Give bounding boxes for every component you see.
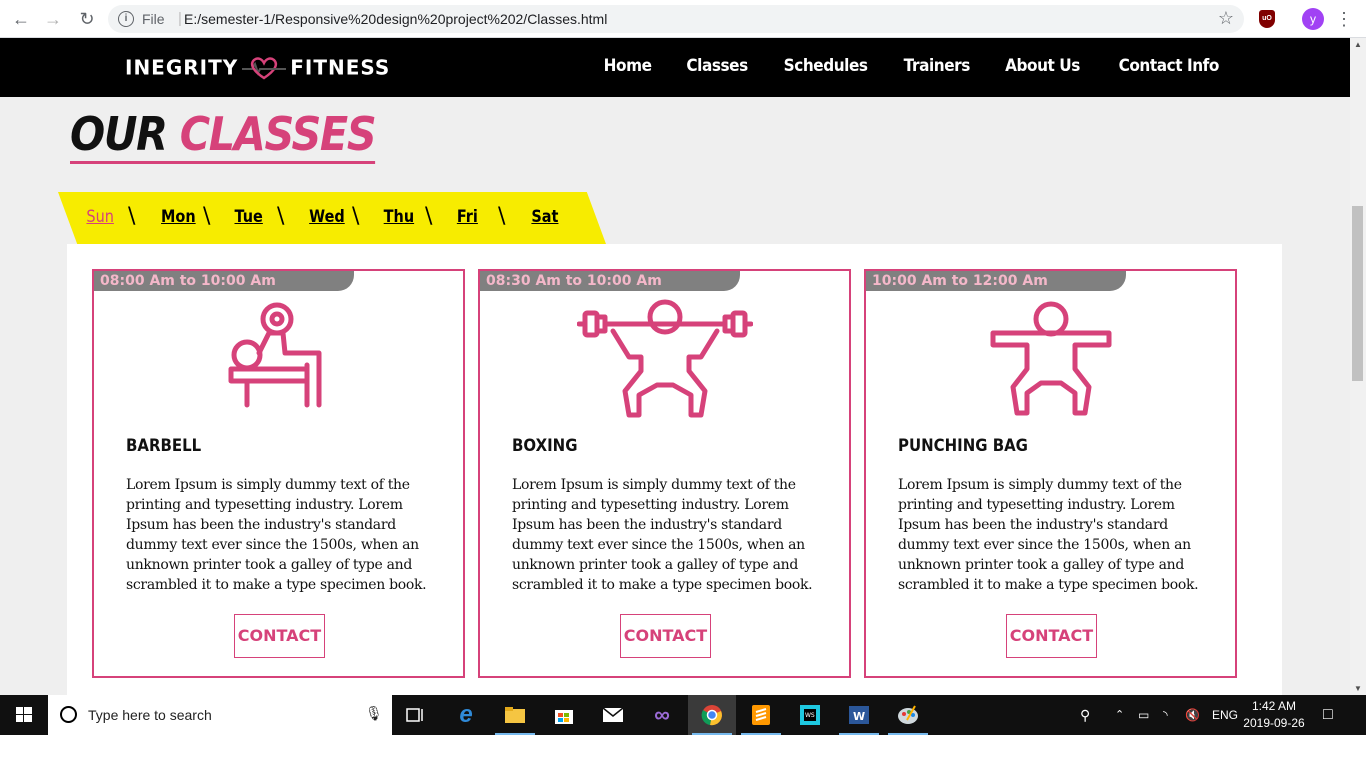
forward-icon[interactable]: → [42,8,64,30]
site-header: INEGRITY FITNESS Home Classes Schedules T… [0,38,1350,97]
tab-fri[interactable]: Fri [457,207,478,227]
paint-icon[interactable] [884,695,932,735]
address-bar[interactable]: i File | E:/semester-1/Responsive%20desi… [108,5,1244,33]
windows-taskbar: Type here to search 🎙 e ∞ WS W ⚲ ⌃ ▭ ◝ 🔇… [0,695,1366,735]
tab-sat[interactable]: Sat [531,207,558,227]
browser-menu-icon[interactable]: ⋮ [1334,8,1354,30]
site-logo[interactable]: INEGRITY FITNESS [125,54,390,80]
tab-sun[interactable]: Sun [86,207,113,227]
battery-icon[interactable]: ▭ [1138,695,1149,735]
nav-schedules[interactable]: Schedules [783,56,867,76]
tab-separator: \ [425,204,433,229]
screen-bottom-strip [0,735,1366,768]
heartbeat-icon [242,56,287,80]
class-card: 08:30 Am to 10:00 Am BOXING Lorem Ipsum … [478,269,851,678]
class-time-badge: 08:30 Am to 10:00 Am [480,271,740,291]
tab-tue[interactable]: Tue [235,207,263,227]
class-description: Lorem Ipsum is simply dummy text of the … [126,477,427,593]
page-title-word1: OUR [70,107,168,161]
tab-separator: \ [203,204,211,229]
show-hidden-icons-icon[interactable]: ⌃ [1115,695,1124,735]
url-text[interactable]: E:/semester-1/Responsive%20design%20proj… [184,11,607,27]
file-explorer-icon[interactable] [491,695,539,735]
system-clock[interactable]: 1:42 AM 2019-09-26 [1242,698,1306,732]
contact-button[interactable]: CONTACT [234,614,325,658]
tab-mon[interactable]: Mon [161,207,196,227]
logo-text-right: FITNESS [290,55,391,80]
task-view-icon[interactable] [392,695,440,735]
language-indicator[interactable]: ENG [1212,695,1238,735]
taskbar-search[interactable]: Type here to search 🎙 [48,695,392,735]
nav-about-us[interactable]: About Us [1006,56,1081,76]
contact-button[interactable]: CONTACT [620,614,711,658]
scroll-up-icon[interactable]: ▲ [1354,40,1362,49]
start-button[interactable] [0,695,48,735]
nav-contact-info[interactable]: Contact Info [1118,56,1219,76]
class-card: 08:00 Am to 10:00 Am BARBELL Lorem Ipsum… [92,269,465,678]
chrome-icon[interactable] [688,695,736,735]
profile-avatar[interactable]: y [1302,8,1324,30]
contact-button[interactable]: CONTACT [1006,614,1097,658]
tab-separator: \ [352,204,360,229]
day-tabs: Sun \ Mon \ Tue \ Wed \ Thu \ Fri \ Sat [58,192,606,244]
url-separator: | [178,10,182,27]
volume-muted-icon[interactable]: 🔇 [1185,695,1200,735]
class-title: PUNCHING BAG [898,436,1028,456]
wifi-icon[interactable]: ◝ [1163,695,1168,735]
bookmark-star-icon[interactable]: ☆ [1218,8,1234,29]
people-icon[interactable]: ⚲ [1080,695,1090,735]
class-time-badge: 10:00 Am to 12:00 Am [866,271,1126,291]
tab-thu[interactable]: Thu [384,207,414,227]
webstorm-icon[interactable]: WS [786,695,834,735]
cortana-icon [60,706,77,723]
sublime-text-icon[interactable] [737,695,785,735]
bench-press-icon [228,302,321,408]
url-scheme-label: File [142,11,165,27]
word-icon[interactable]: W [835,695,883,735]
class-description: Lorem Ipsum is simply dummy text of the … [898,477,1199,593]
page-title: OUR CLASSES [70,107,377,164]
reload-icon[interactable]: ↻ [76,8,98,30]
nav-classes[interactable]: Classes [686,56,748,76]
tab-separator: \ [277,204,285,229]
ublock-extension-icon[interactable]: uO [1259,10,1275,28]
clock-date: 2019-09-26 [1243,716,1305,730]
info-icon[interactable]: i [118,11,134,27]
svg-text:W: W [853,710,865,723]
tab-separator: \ [128,204,136,229]
tab-separator: \ [498,204,506,229]
store-icon[interactable] [540,695,588,735]
page-content: OUR CLASSES Sun \ Mon \ Tue \ Wed \ Thu … [0,97,1350,695]
page-title-word2: CLASSES [179,107,377,161]
weightlifter-icon [576,299,753,418]
logo-text-left: INEGRITY [125,55,239,80]
visual-studio-icon[interactable]: ∞ [638,695,686,735]
windows-icon [16,707,32,722]
class-title: BOXING [512,436,578,456]
class-time-badge: 08:00 Am to 10:00 Am [94,271,354,291]
clock-time: 1:42 AM [1251,699,1297,713]
taskbar-search-placeholder: Type here to search [88,707,212,723]
squat-icon [990,301,1111,416]
svg-text:WS: WS [805,712,815,719]
scrollbar-thumb[interactable] [1352,206,1363,381]
scroll-down-icon[interactable]: ▼ [1354,684,1362,693]
tab-wed[interactable]: Wed [309,207,345,227]
nav-trainers[interactable]: Trainers [904,56,971,76]
back-icon[interactable]: ← [10,8,32,30]
main-navigation: Home Classes Schedules Trainers About Us… [601,56,1224,76]
class-description: Lorem Ipsum is simply dummy text of the … [512,477,813,593]
class-title: BARBELL [126,436,202,456]
edge-icon[interactable]: e [442,695,490,735]
browser-toolbar: ← → ↻ i File | E:/semester-1/Responsive%… [0,0,1366,38]
action-center-icon[interactable]: □ [1323,695,1333,735]
nav-home[interactable]: Home [604,56,652,76]
page-scrollbar[interactable]: ▲ ▼ [1350,38,1366,695]
mail-icon[interactable] [589,695,637,735]
class-card: 10:00 Am to 12:00 Am PUNCHING BAG Lorem … [864,269,1237,678]
microphone-icon[interactable]: 🎙 [365,705,383,722]
